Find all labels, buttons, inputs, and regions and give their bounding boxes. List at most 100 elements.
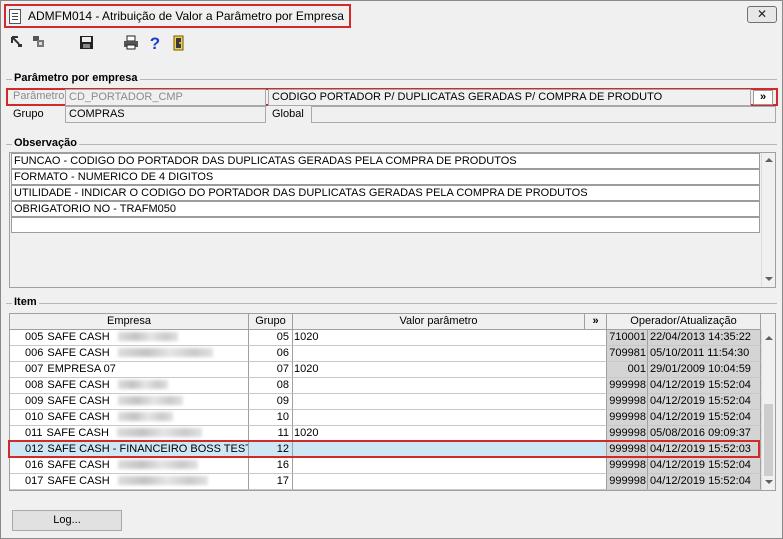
scroll-thumb[interactable] xyxy=(764,404,773,476)
cell-operador[interactable]: 709981 xyxy=(607,346,648,362)
observacao-line[interactable]: OBRIGATORIO NO - TRAFM050 xyxy=(11,201,760,217)
cell-grupo-text: 17 xyxy=(276,475,289,487)
observacao-line[interactable] xyxy=(11,217,760,233)
cell-valor[interactable] xyxy=(293,474,607,490)
cell-operador[interactable]: 999998 xyxy=(607,458,648,474)
scroll-up-icon[interactable] xyxy=(765,158,773,162)
cell-atualizacao[interactable]: 04/12/2019 15:52:04 xyxy=(648,474,761,490)
scroll-up-icon[interactable] xyxy=(765,336,773,340)
save-icon[interactable] xyxy=(77,35,95,53)
valor-lookup-button[interactable]: » xyxy=(585,314,607,330)
empresa-code: 016 xyxy=(25,459,44,471)
table-row[interactable]: 010 SAFE CASH 10 999998 04/12/2019 15:52:04 xyxy=(10,410,762,426)
table-row[interactable]: 016 SAFE CASH 16 999998 04/12/2019 15:52:04 xyxy=(10,458,762,474)
cell-operador[interactable]: 999998 xyxy=(607,378,648,394)
empresa-name: SAFE CASH xyxy=(47,395,110,407)
cell-valor[interactable] xyxy=(293,410,607,426)
cell-atualizacao-text: 05/10/2011 11:54:30 xyxy=(650,347,750,359)
cell-atualizacao[interactable]: 04/12/2019 15:52:04 xyxy=(648,394,761,410)
previous-record-icon[interactable] xyxy=(30,35,48,53)
global-label: Global xyxy=(272,108,304,120)
cell-empresa[interactable]: 010 SAFE CASH xyxy=(10,410,249,426)
cell-empresa[interactable]: 007 EMPRESA 07 xyxy=(10,362,249,378)
cell-empresa[interactable]: 008 SAFE CASH xyxy=(10,378,249,394)
cell-atualizacao[interactable]: 04/12/2019 15:52:04 xyxy=(648,458,761,474)
log-button[interactable]: Log... xyxy=(12,510,122,531)
table-row[interactable]: 005 SAFE CASH 05 1020 710001 22/04/2013 14:35… xyxy=(10,330,762,346)
table-row[interactable]: 006 SAFE CASH 06 709981 05/10/2011 11:54:30 xyxy=(10,346,762,362)
empresa-name: SAFE CASH xyxy=(47,475,110,487)
cell-empresa[interactable]: 005 SAFE CASH xyxy=(10,330,249,346)
cell-atualizacao[interactable]: 04/12/2019 15:52:04 xyxy=(648,378,761,394)
table-row[interactable]: 009 SAFE CASH 09 999998 04/12/2019 15:52:04 xyxy=(10,394,762,410)
table-row[interactable]: 007 EMPRESA 07 07 1020 001 29/01/2009 10:04:5… xyxy=(10,362,762,378)
observacao-group-title: Observação xyxy=(12,137,79,149)
cell-grupo[interactable]: 08 xyxy=(249,378,293,394)
column-header-valor[interactable]: Valor parâmetro xyxy=(293,314,585,330)
empresa-name: SAFE CASH xyxy=(47,347,110,359)
cell-grupo[interactable]: 10 xyxy=(249,410,293,426)
empresa-code: 010 xyxy=(25,411,44,423)
scroll-down-icon[interactable] xyxy=(765,277,773,281)
cell-valor[interactable] xyxy=(293,346,607,362)
help-icon[interactable]: ? xyxy=(146,35,164,53)
observacao-scrollbar[interactable] xyxy=(761,153,775,287)
cell-operador-text: 999998 xyxy=(609,459,646,471)
parametro-code-field[interactable]: CD_PORTADOR_CMP xyxy=(65,89,266,106)
cell-atualizacao-text: 05/08/2016 09:09:37 xyxy=(650,427,751,439)
cell-atualizacao[interactable]: 05/10/2011 11:54:30 xyxy=(648,346,761,362)
cell-atualizacao[interactable]: 22/04/2013 14:35:22 xyxy=(648,330,761,346)
cell-operador[interactable]: 999998 xyxy=(607,474,648,490)
scroll-down-icon[interactable] xyxy=(765,480,773,484)
column-header-operador[interactable]: Operador/Atualização xyxy=(607,314,761,330)
cell-atualizacao[interactable]: 29/01/2009 10:04:59 xyxy=(648,362,761,378)
cell-operador-text: 999998 xyxy=(609,411,646,423)
cell-empresa[interactable]: 009 SAFE CASH xyxy=(10,394,249,410)
parametro-lookup-button[interactable]: » xyxy=(753,90,773,105)
cell-grupo-text: 11 xyxy=(277,427,289,439)
item-group: Item xyxy=(6,296,777,311)
cell-grupo[interactable]: 05 xyxy=(249,330,293,346)
cell-operador[interactable]: 710001 xyxy=(607,330,648,346)
close-button[interactable]: ✕ xyxy=(747,6,777,23)
cell-valor[interactable]: 1020 xyxy=(293,330,607,346)
window: ADMFM014 - Atribuição de Valor a Parâmet… xyxy=(0,0,783,539)
cell-valor[interactable] xyxy=(293,458,607,474)
column-header-empresa-label: Empresa xyxy=(106,315,152,327)
print-icon[interactable] xyxy=(122,35,140,53)
observacao-line[interactable]: FUNCAO - CODIGO DO PORTADOR DAS DUPLICAT… xyxy=(11,153,760,169)
first-record-icon[interactable] xyxy=(8,35,26,53)
cell-grupo[interactable]: 06 xyxy=(249,346,293,362)
item-scrollbar[interactable] xyxy=(761,330,775,490)
cell-operador[interactable]: 001 xyxy=(607,362,648,378)
cell-valor[interactable]: 1020 xyxy=(293,362,607,378)
cell-grupo[interactable]: 09 xyxy=(249,394,293,410)
cell-grupo-text: 05 xyxy=(276,331,289,343)
table-row[interactable]: 008 SAFE CASH 08 999998 04/12/2019 15:52:04 xyxy=(10,378,762,394)
column-header-grupo[interactable]: Grupo xyxy=(249,314,293,330)
cell-empresa[interactable]: 017 SAFE CASH xyxy=(10,474,249,490)
cell-valor[interactable] xyxy=(293,394,607,410)
document-icon xyxy=(9,9,21,24)
cell-operador[interactable]: 999998 xyxy=(607,410,648,426)
observacao-textarea[interactable]: FUNCAO - CODIGO DO PORTADOR DAS DUPLICAT… xyxy=(9,152,776,288)
table-row[interactable]: 017 SAFE CASH 17 999998 04/12/2019 15:52:04 xyxy=(10,474,762,490)
cell-grupo[interactable]: 07 xyxy=(249,362,293,378)
item-group-title: Item xyxy=(12,296,39,308)
cell-atualizacao-text: 04/12/2019 15:52:04 xyxy=(650,459,751,471)
cell-empresa[interactable]: 006 SAFE CASH xyxy=(10,346,249,362)
cell-atualizacao-text: 04/12/2019 15:52:04 xyxy=(650,379,751,391)
exit-icon[interactable] xyxy=(170,35,188,53)
cell-grupo[interactable]: 17 xyxy=(249,474,293,490)
cell-empresa[interactable]: 016 SAFE CASH xyxy=(10,458,249,474)
cell-atualizacao-text: 04/12/2019 15:52:04 xyxy=(650,475,751,487)
observacao-line[interactable]: UTILIDADE - INDICAR O CODIGO DO PORTADOR… xyxy=(11,185,760,201)
observacao-line[interactable]: FORMATO - NUMERICO DE 4 DIGITOS xyxy=(11,169,760,185)
cell-atualizacao[interactable]: 04/12/2019 15:52:04 xyxy=(648,410,761,426)
column-header-empresa[interactable]: Empresa xyxy=(10,314,249,330)
cell-valor[interactable] xyxy=(293,378,607,394)
cell-operador[interactable]: 999998 xyxy=(607,394,648,410)
redacted-text xyxy=(117,332,178,341)
cell-atualizacao-text: 04/12/2019 15:52:04 xyxy=(650,395,751,407)
cell-grupo[interactable]: 16 xyxy=(249,458,293,474)
